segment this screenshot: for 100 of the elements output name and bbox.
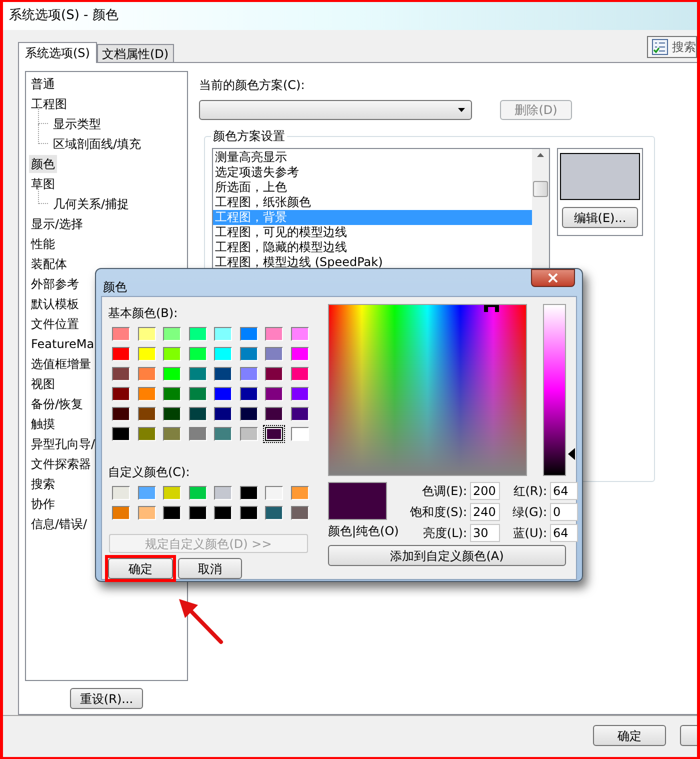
color-swatch[interactable]	[138, 327, 156, 341]
tree-item[interactable]: 工程图	[29, 95, 69, 113]
color-swatch[interactable]	[214, 486, 232, 500]
color-swatch[interactable]	[112, 347, 130, 361]
color-swatch[interactable]	[163, 506, 181, 520]
color-swatch[interactable]	[265, 367, 283, 381]
color-swatch[interactable]	[138, 486, 156, 500]
tree-item[interactable]: 性能	[29, 235, 57, 253]
tree-item[interactable]: 几何关系/捕捉	[51, 195, 132, 213]
color-swatch[interactable]	[214, 387, 232, 401]
list-item[interactable]: 测量高亮显示	[213, 150, 532, 165]
tab[interactable]: 系统选项(S)	[18, 42, 97, 63]
color-swatch[interactable]	[163, 486, 181, 500]
list-item[interactable]: 工程图，可见的模型边线	[213, 225, 532, 240]
tree-item[interactable]: 普通	[29, 75, 57, 93]
tree-item[interactable]: FeatureMa	[29, 335, 96, 353]
color-swatch[interactable]	[163, 347, 181, 361]
close-button[interactable]: ×	[531, 269, 575, 287]
color-swatch[interactable]	[240, 407, 258, 421]
color-swatch[interactable]	[265, 347, 283, 361]
scroll-thumb[interactable]	[533, 181, 548, 197]
color-swatch[interactable]	[214, 506, 232, 520]
color-swatch[interactable]	[240, 486, 258, 500]
input-field[interactable]: 0	[550, 503, 578, 521]
color-swatch[interactable]	[290, 327, 308, 341]
tab[interactable]: 文档属性(D)	[96, 44, 174, 62]
tree-item[interactable]: 颜色	[29, 155, 57, 173]
add-custom-color-button[interactable]: 添加到自定义颜色(A)	[328, 545, 566, 566]
color-swatch[interactable]	[138, 367, 156, 381]
color-swatch[interactable]	[265, 407, 283, 421]
input-field[interactable]: 30	[470, 524, 500, 542]
color-swatch[interactable]	[188, 506, 206, 520]
cancel-button[interactable]: 取消	[178, 558, 242, 579]
color-swatch[interactable]	[290, 347, 308, 361]
color-swatch[interactable]	[163, 427, 181, 441]
tree-item[interactable]: 异型孔向导/	[29, 435, 98, 453]
tree-item[interactable]: 触摸	[29, 415, 57, 433]
tree-item[interactable]: 选值框增量	[29, 355, 93, 373]
color-swatch[interactable]	[112, 407, 130, 421]
color-swatch[interactable]	[290, 367, 308, 381]
tree-item[interactable]: 默认模板	[29, 295, 81, 313]
color-swatch[interactable]	[290, 387, 308, 401]
color-swatch[interactable]	[188, 427, 206, 441]
color-swatch[interactable]	[214, 327, 232, 341]
color-swatch[interactable]	[163, 327, 181, 341]
color-swatch[interactable]	[112, 427, 130, 441]
color-swatch[interactable]	[188, 327, 206, 341]
input-field[interactable]: 64	[550, 524, 578, 542]
color-swatch[interactable]	[214, 407, 232, 421]
color-swatch[interactable]	[290, 486, 308, 500]
color-swatch[interactable]	[188, 387, 206, 401]
tree-item[interactable]: 显示类型	[51, 115, 103, 133]
color-swatch[interactable]	[112, 387, 130, 401]
color-swatch[interactable]	[188, 367, 206, 381]
list-item[interactable]: 工程图，模型边线 (SpeedPak)	[213, 255, 532, 270]
color-swatch[interactable]	[240, 506, 258, 520]
tree-item[interactable]: 文件探索器	[29, 455, 93, 473]
edit-button[interactable]: 编辑(E)...	[562, 207, 638, 228]
color-swatch[interactable]	[265, 506, 283, 520]
tree-item[interactable]: 备份/恢复	[29, 395, 86, 413]
luminance-arrow[interactable]	[568, 448, 575, 460]
tree-item[interactable]: 外部参考	[29, 275, 81, 293]
tree-item[interactable]: 显示/选择	[29, 215, 86, 233]
color-swatch[interactable]	[214, 427, 232, 441]
color-swatch[interactable]	[112, 506, 130, 520]
color-swatch[interactable]	[188, 486, 206, 500]
color-swatch[interactable]	[290, 506, 308, 520]
color-swatch[interactable]	[138, 387, 156, 401]
color-swatch[interactable]	[163, 387, 181, 401]
color-swatch[interactable]	[163, 407, 181, 421]
color-swatch[interactable]	[138, 506, 156, 520]
list-item[interactable]: 工程图，隐藏的模型边线	[213, 240, 532, 255]
tree-item[interactable]: 区域剖面线/填充	[51, 135, 144, 153]
color-swatch[interactable]	[112, 327, 130, 341]
color-swatch[interactable]	[112, 486, 130, 500]
tree-item[interactable]: 视图	[29, 375, 57, 393]
color-swatch[interactable]	[138, 347, 156, 361]
color-swatch[interactable]	[240, 347, 258, 361]
ok-button[interactable]: 确定	[108, 558, 173, 579]
color-swatch[interactable]	[265, 486, 283, 500]
color-swatch[interactable]	[265, 427, 283, 441]
tree-item[interactable]: 搜索	[29, 475, 57, 493]
input-field[interactable]: 200	[470, 482, 500, 500]
ok-button[interactable]: 确定	[593, 725, 666, 746]
reset-button[interactable]: 重设(R)...	[70, 688, 143, 709]
scroll-up-icon[interactable]	[537, 153, 544, 157]
color-swatch[interactable]	[265, 327, 283, 341]
tree-item[interactable]: 文件位置	[29, 315, 81, 333]
partial-button[interactable]	[680, 725, 697, 746]
tree-item[interactable]: 信息/错误/	[29, 515, 90, 533]
color-swatch[interactable]	[240, 427, 258, 441]
color-swatch[interactable]	[112, 367, 130, 381]
list-item[interactable]: 选定项遗失参考	[213, 165, 532, 180]
color-swatch[interactable]	[138, 427, 156, 441]
color-swatch[interactable]	[188, 347, 206, 361]
color-swatch[interactable]	[240, 387, 258, 401]
input-field[interactable]: 64	[550, 482, 578, 500]
color-swatch[interactable]	[163, 367, 181, 381]
color-swatch[interactable]	[214, 367, 232, 381]
tree-item[interactable]: 装配体	[29, 255, 69, 273]
